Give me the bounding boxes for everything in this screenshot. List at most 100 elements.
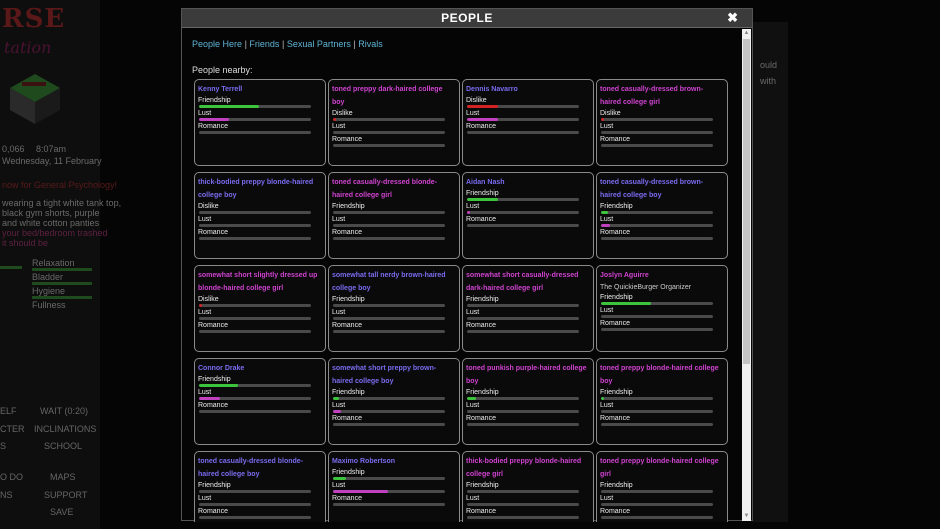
person-name-link[interactable]: thick-bodied preppy blonde-haired colleg…	[198, 176, 322, 202]
person-card[interactable]: toned casually-dressed brown-haired coll…	[596, 172, 728, 259]
tab-sexual-partners[interactable]: Sexual Partners	[287, 39, 351, 49]
person-card[interactable]: toned preppy blonde-haired college boy Fr…	[596, 358, 728, 445]
stat-friendship: Friendship	[332, 468, 456, 481]
stat-label: Lust	[198, 495, 212, 502]
person-card[interactable]: toned punkish purple-haired college boy F…	[462, 358, 594, 445]
stat-label: Lust	[466, 110, 480, 117]
bg-stat-bladder: Bladder	[32, 272, 64, 282]
person-card[interactable]: somewhat short casually-dressed dark-hai…	[462, 265, 594, 352]
stat-bar	[601, 237, 713, 240]
person-name-link[interactable]: toned casually-dressed brown-haired coll…	[600, 83, 724, 109]
bg-stat-relaxation: Relaxation	[32, 258, 75, 268]
person-card[interactable]: Dennis Navarro Dislike Lust Romance	[462, 79, 594, 166]
stat-bar	[601, 423, 713, 426]
person-card[interactable]: somewhat short preppy brown-haired colle…	[328, 358, 460, 445]
stat-lust: Lust	[600, 215, 724, 228]
scroll-up-arrow-icon[interactable]: ▲	[742, 29, 751, 38]
stat-romance: Romance	[332, 494, 456, 507]
bg-stat-fullness: Fullness	[32, 300, 66, 310]
bg-bar	[32, 282, 92, 285]
stat-label: Lust	[466, 495, 480, 502]
stat-romance: Romance	[600, 135, 724, 148]
person-name-link[interactable]: thick-bodied preppy blonde-haired colleg…	[466, 455, 590, 481]
person-card[interactable]: Connor Drake Friendship Lust Romance	[194, 358, 326, 445]
person-card[interactable]: thick-bodied preppy blonde-haired colleg…	[194, 172, 326, 259]
person-card[interactable]: Aidan Nash Friendship Lust Romance	[462, 172, 594, 259]
stat-label: Friendship	[198, 97, 231, 104]
stat-romance: Romance	[198, 228, 322, 241]
person-card[interactable]: toned casually-dressed blonde-haired col…	[194, 451, 326, 522]
person-name-link[interactable]: somewhat short slightly dressed up blond…	[198, 269, 322, 295]
person-name-link[interactable]: somewhat short preppy brown-haired colle…	[332, 362, 456, 388]
stat-label: Romance	[600, 229, 630, 236]
tab-rivals[interactable]: Rivals	[358, 39, 383, 49]
stat-label: Friendship	[332, 203, 365, 210]
person-name-link[interactable]: somewhat short casually-dressed dark-hai…	[466, 269, 590, 295]
stat-lust: Lust	[600, 494, 724, 507]
bg-menu-school: SCHOOL	[44, 441, 83, 451]
person-card[interactable]: toned preppy blonde-haired college girl F…	[596, 451, 728, 522]
stat-label: Romance	[332, 136, 362, 143]
tab-people-here[interactable]: People Here	[192, 39, 242, 49]
person-name-link[interactable]: Aidan Nash	[466, 176, 590, 189]
stat-bar	[199, 330, 311, 333]
scrollbar-thumb[interactable]	[743, 39, 750, 364]
stat-label: Friendship	[600, 389, 633, 396]
stat-bar-fill	[601, 224, 610, 227]
person-card[interactable]: Kenny Terrell Friendship Lust Romance	[194, 79, 326, 166]
person-card[interactable]: toned casually-dressed blonde-haired col…	[328, 172, 460, 259]
stat-bar-fill	[199, 384, 239, 387]
person-name-link[interactable]: toned preppy dark-haired college boy	[332, 83, 456, 109]
person-name-link[interactable]: Dennis Navarro	[466, 83, 590, 96]
bg-menu-wait: WAIT (0:20)	[40, 406, 89, 416]
bg-right-text-1: ould	[760, 60, 778, 70]
person-name-link[interactable]: Maximo Robertson	[332, 455, 456, 468]
person-card[interactable]: thick-bodied preppy blonde-haired colleg…	[462, 451, 594, 522]
modal-header: PEOPLE ✖	[182, 9, 752, 28]
stat-romance: Romance	[466, 414, 590, 427]
person-card[interactable]: somewhat short slightly dressed up blond…	[194, 265, 326, 352]
tab-friends[interactable]: Friends	[249, 39, 279, 49]
stat-bar	[467, 490, 579, 493]
stat-lust: Lust	[466, 109, 590, 122]
stat-bar	[333, 397, 445, 400]
stat-bar	[333, 118, 445, 121]
stat-label: Romance	[332, 495, 362, 502]
stat-dislike: Dislike	[198, 295, 322, 308]
person-card[interactable]: somewhat tall nerdy brown-haired college…	[328, 265, 460, 352]
person-name-link[interactable]: toned casually-dressed blonde-haired col…	[332, 176, 456, 202]
person-name-link[interactable]: somewhat tall nerdy brown-haired college…	[332, 269, 456, 295]
scrollbar[interactable]: ▲ ▼	[742, 29, 751, 521]
stat-bar	[601, 118, 713, 121]
stat-bar	[601, 397, 713, 400]
person-name-link[interactable]: toned preppy blonde-haired college boy	[600, 362, 724, 388]
close-icon[interactable]: ✖	[727, 10, 738, 26]
stat-bar	[333, 330, 445, 333]
person-card[interactable]: toned casually-dressed brown-haired coll…	[596, 79, 728, 166]
stat-bar	[601, 490, 713, 493]
stat-lust: Lust	[198, 109, 322, 122]
person-name-link[interactable]: toned casually-dressed blonde-haired col…	[198, 455, 322, 481]
stat-lust: Lust	[600, 401, 724, 414]
stat-lust: Lust	[600, 122, 724, 135]
scroll-down-arrow-icon[interactable]: ▼	[742, 512, 751, 521]
stat-bar	[601, 302, 713, 305]
bg-menu-self: ELF	[0, 406, 17, 416]
person-name-link[interactable]: toned preppy blonde-haired college girl	[600, 455, 724, 481]
person-name-link[interactable]: Kenny Terrell	[198, 83, 322, 96]
stat-romance: Romance	[198, 401, 322, 414]
person-card[interactable]: Maximo Robertson Friendship Lust Romance	[328, 451, 460, 522]
stat-romance: Romance	[198, 321, 322, 334]
person-card[interactable]: toned preppy dark-haired college boy Disl…	[328, 79, 460, 166]
stat-friendship: Friendship	[198, 481, 322, 494]
stat-lust: Lust	[332, 481, 456, 494]
location-building-icon	[10, 74, 60, 124]
stat-bar	[199, 516, 311, 519]
person-name-link[interactable]: toned punkish purple-haired college boy	[466, 362, 590, 388]
person-name-link[interactable]: Connor Drake	[198, 362, 322, 375]
person-name-link[interactable]: toned casually-dressed brown-haired coll…	[600, 176, 724, 202]
person-name-link[interactable]: Joslyn Aguirre	[600, 269, 724, 282]
person-card[interactable]: Joslyn Aguirre The QuickieBurger Organize…	[596, 265, 728, 352]
stat-label: Friendship	[198, 482, 231, 489]
stat-friendship: Friendship	[466, 189, 590, 202]
